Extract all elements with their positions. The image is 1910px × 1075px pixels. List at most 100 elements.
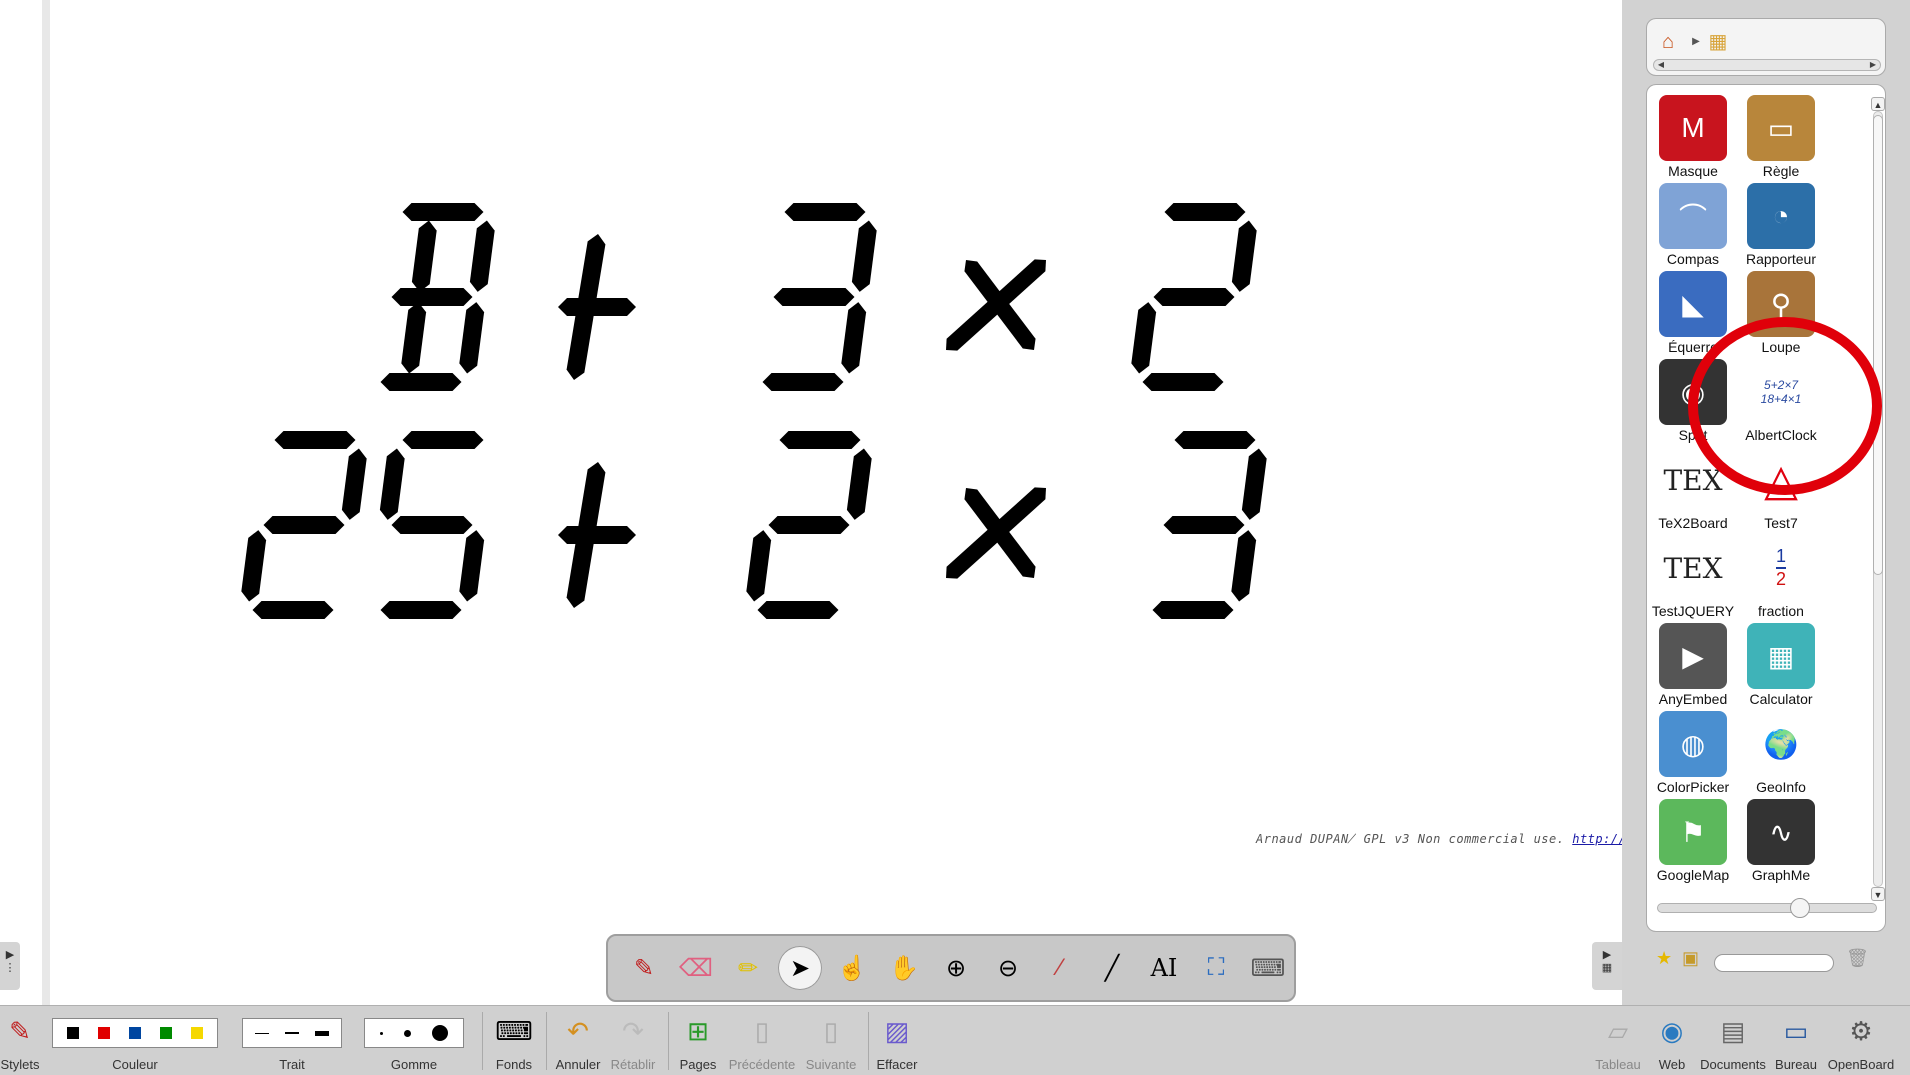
couleur-label: Couleur [112,1057,158,1072]
zoom-out-icon[interactable]: ⊖ [986,946,1030,990]
digit-segment [401,302,427,374]
library-item-anyembed[interactable]: ▶ AnyEmbed [1649,623,1737,707]
star-icon[interactable]: ★ [1656,948,1672,969]
library-item-calculator[interactable]: ▦ Calculator [1737,623,1825,707]
library-item-googlemap[interactable]: ⚑ GoogleMap [1649,799,1737,883]
folder-icon[interactable]: ▦ [1705,29,1731,55]
openboard-button[interactable]: ⚙ OpenBoard [1826,1006,1896,1075]
trait-group: Trait [242,1006,342,1075]
clear-page-icon: ▨ [884,1016,910,1046]
color-swatch[interactable] [66,1027,79,1039]
digit-segment [846,448,872,520]
digit-segment [391,516,473,534]
precedente-button[interactable]: ▯ Précédente [726,1006,798,1075]
interact-hand-icon[interactable]: ☝ [830,946,874,990]
library-item-fraction[interactable]: 1 2 fraction [1737,535,1825,619]
plus-segment [558,298,636,316]
digit-segment [402,431,484,449]
color-swatch[interactable] [160,1027,173,1039]
left-panel-toggle[interactable]: ▶ ⋮ [0,942,20,990]
bureau-button[interactable]: ▭ Bureau [1770,1006,1822,1075]
large-eraser-option[interactable] [432,1025,449,1041]
background-grid-icon: ⌨ [495,1016,533,1046]
library-item-colorpicker[interactable]: ◍ ColorPicker [1649,711,1737,795]
previous-page-icon: ▯ [754,1016,770,1046]
annuler-button[interactable]: ↶ Annuler [552,1006,604,1075]
gomme-label: Gomme [390,1057,438,1072]
medium-eraser-option[interactable] [403,1029,411,1037]
digit-segment [841,302,867,374]
eraser-tool-icon[interactable]: ⌫ [674,946,718,990]
capture-tool-icon[interactable]: ⛶ [1194,946,1238,990]
calculator-icon: ▦ [1747,623,1815,689]
credit-label: Arnaud DUPAN̸ GPL v3 Non commercial use. [1256,832,1573,846]
effacer-button[interactable]: ▨ Effacer [872,1006,922,1075]
retablir-label: Rétablir [610,1057,656,1072]
thin-line-option[interactable] [255,1032,269,1034]
colorpicker-icon: ◍ [1659,711,1727,777]
library-item-masque[interactable]: M Masque [1649,95,1737,179]
library-item-geoinfo[interactable]: 🌍 GeoInfo [1737,711,1825,795]
stylets-button[interactable]: ✎ Stylets [0,1006,40,1075]
color-swatch[interactable] [191,1027,204,1039]
documents-button[interactable]: ▤ Documents [1698,1006,1768,1075]
trait-label: Trait [279,1057,305,1072]
suivante-button[interactable]: ▯ Suivante [800,1006,862,1075]
thumbnail-size-slider[interactable] [1657,898,1877,918]
board-canvas[interactable]: Arnaud DUPAN̸ GPL v3 Non commercial use.… [58,0,1703,1005]
tableau-button[interactable]: ▱ Tableau [1590,1006,1646,1075]
pen-tool-icon[interactable]: ✎ [622,946,666,990]
openboard-label: OpenBoard [1827,1057,1895,1072]
digit-segment [1163,516,1245,534]
color-swatch[interactable] [128,1027,141,1039]
thick-line-option[interactable] [315,1030,329,1036]
color-swatch[interactable] [97,1027,110,1039]
seven-segment-equations [241,203,1267,619]
scroll-left-icon[interactable]: ◀ [1654,59,1668,71]
selector-tool-icon[interactable]: ➤ [778,946,822,990]
scroll-down-icon[interactable]: ▼ [1871,887,1885,901]
digit-segment [459,530,485,602]
retablir-button[interactable]: ↷ Rétablir [606,1006,660,1075]
new-folder-icon[interactable]: ▣ [1682,948,1699,969]
laser-pointer-icon[interactable]: ⁄ [1038,946,1082,990]
zoom-in-icon[interactable]: ⊕ [934,946,978,990]
slider-knob[interactable] [1790,898,1810,918]
redo-icon: ↷ [622,1016,644,1046]
library-footer: ★ ▣ 🗑 [1646,940,1886,980]
library-item-r-gle[interactable]: ▭ Règle [1737,95,1825,179]
line-width-selector[interactable] [242,1018,342,1048]
library-item-testjquery[interactable]: TEX TestJQUERY [1649,535,1737,619]
color-palette[interactable] [52,1018,218,1048]
library-search-input[interactable] [1714,954,1834,972]
home-icon[interactable]: ⌂ [1655,29,1681,55]
right-panel-toggle[interactable]: ▶ ▦ [1592,942,1622,990]
eraser-size-selector[interactable] [364,1018,464,1048]
digit-segment [746,530,772,602]
suivante-label: Suivante [805,1057,857,1072]
pan-hand-icon[interactable]: ✋ [882,946,926,990]
web-button[interactable]: ◉ Web [1652,1006,1692,1075]
digit-segment [469,220,495,292]
digit-segment [380,373,462,391]
mask-icon: M [1659,95,1727,161]
text-tool-icon[interactable]: AI [1142,946,1186,990]
library-item-rapporteur[interactable]: ◔ Rapporteur [1737,183,1825,267]
pages-button[interactable]: ⊞ Pages [676,1006,720,1075]
fonds-label: Fonds [495,1057,533,1072]
library-item-compas[interactable]: ⌒ Compas [1649,183,1737,267]
left-margin [0,0,50,1005]
keyboard-icon[interactable]: ⌨ [1246,946,1290,990]
small-eraser-option[interactable] [379,1031,383,1035]
scroll-right-icon[interactable]: ▶ [1866,59,1880,71]
library-item-graphme[interactable]: ∿ GraphMe [1737,799,1825,883]
highlighter-tool-icon[interactable]: ✏ [726,946,770,990]
nav-hscroll[interactable]: ◀ ▶ [1653,59,1881,71]
scroll-up-icon[interactable]: ▲ [1871,97,1885,111]
trash-icon[interactable]: 🗑 [1846,948,1869,969]
digit-segment [1152,601,1234,619]
medium-line-option[interactable] [285,1032,299,1034]
fonds-button[interactable]: ⌨ Fonds [490,1006,538,1075]
library-item-label: Test7 [1764,515,1798,531]
line-tool-icon[interactable]: ╱ [1090,946,1134,990]
